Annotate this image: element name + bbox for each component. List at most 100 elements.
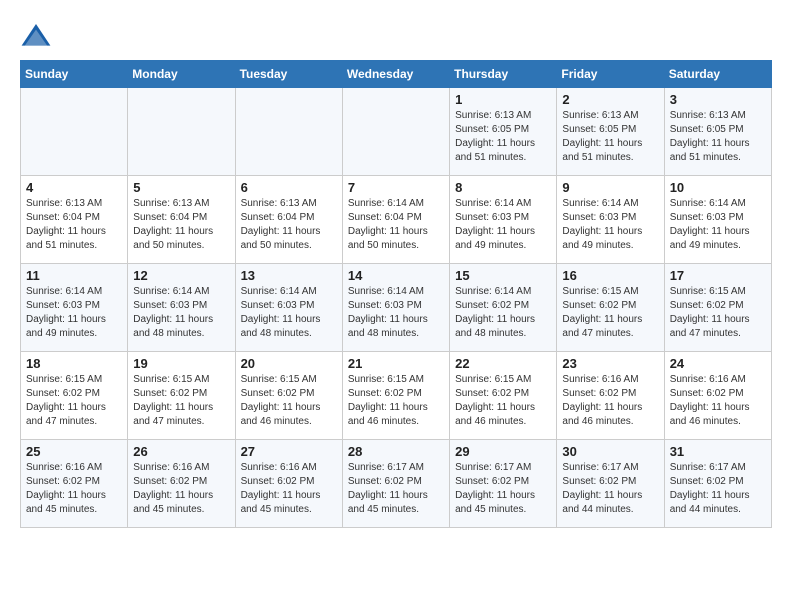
day-number: 30 [562,444,658,459]
day-number: 24 [670,356,766,371]
calendar-day-cell: 25 Sunrise: 6:16 AM Sunset: 6:02 PM Dayli… [21,440,128,528]
calendar-week-row: 25 Sunrise: 6:16 AM Sunset: 6:02 PM Dayli… [21,440,772,528]
calendar-day-cell: 5 Sunrise: 6:13 AM Sunset: 6:04 PM Daylig… [128,176,235,264]
day-number: 10 [670,180,766,195]
day-info: Sunrise: 6:17 AM Sunset: 6:02 PM Dayligh… [455,461,551,517]
day-number: 1 [455,92,551,107]
day-info: Sunrise: 6:16 AM Sunset: 6:02 PM Dayligh… [133,461,229,517]
calendar-day-cell: 29 Sunrise: 6:17 AM Sunset: 6:02 PM Dayli… [450,440,557,528]
day-number: 2 [562,92,658,107]
day-number: 31 [670,444,766,459]
day-info: Sunrise: 6:14 AM Sunset: 6:03 PM Dayligh… [455,197,551,253]
calendar-day-cell: 18Sunrise: 6:15 AM Sunset: 6:02 PM Dayli… [21,352,128,440]
day-number: 23 [562,356,658,371]
day-info: Sunrise: 6:13 AM Sunset: 6:05 PM Dayligh… [455,109,551,165]
day-info: Sunrise: 6:13 AM Sunset: 6:05 PM Dayligh… [562,109,658,165]
day-info: Sunrise: 6:15 AM Sunset: 6:02 PM Dayligh… [562,285,658,341]
day-info: Sunrise: 6:13 AM Sunset: 6:04 PM Dayligh… [133,197,229,253]
day-info: Sunrise: 6:16 AM Sunset: 6:02 PM Dayligh… [241,461,337,517]
calendar-day-cell: 21 Sunrise: 6:15 AM Sunset: 6:02 PM Dayli… [342,352,449,440]
day-number: 19 [133,356,229,371]
day-info: Sunrise: 6:16 AM Sunset: 6:02 PM Dayligh… [562,373,658,429]
calendar-day-cell: 10 Sunrise: 6:14 AM Sunset: 6:03 PM Dayli… [664,176,771,264]
calendar-day-cell: 8Sunrise: 6:14 AM Sunset: 6:03 PM Daylig… [450,176,557,264]
day-number: 20 [241,356,337,371]
weekday-header-thursday: Thursday [450,61,557,88]
day-number: 21 [348,356,444,371]
day-number: 9 [562,180,658,195]
day-number: 22 [455,356,551,371]
calendar-day-cell: 23 Sunrise: 6:16 AM Sunset: 6:02 PM Dayli… [557,352,664,440]
day-info: Sunrise: 6:15 AM Sunset: 6:02 PM Dayligh… [455,373,551,429]
calendar-day-cell: 1 Sunrise: 6:13 AM Sunset: 6:05 PM Daylig… [450,88,557,176]
day-number: 3 [670,92,766,107]
calendar-day-cell: 26Sunrise: 6:16 AM Sunset: 6:02 PM Dayli… [128,440,235,528]
calendar-day-cell: 14Sunrise: 6:14 AM Sunset: 6:03 PM Dayli… [342,264,449,352]
calendar-day-cell: 20Sunrise: 6:15 AM Sunset: 6:02 PM Dayli… [235,352,342,440]
weekday-header-saturday: Saturday [664,61,771,88]
calendar-day-cell: 11Sunrise: 6:14 AM Sunset: 6:03 PM Dayli… [21,264,128,352]
calendar-week-row: 4 Sunrise: 6:13 AM Sunset: 6:04 PM Daylig… [21,176,772,264]
calendar-day-cell: 30 Sunrise: 6:17 AM Sunset: 6:02 PM Dayli… [557,440,664,528]
day-info: Sunrise: 6:13 AM Sunset: 6:05 PM Dayligh… [670,109,766,165]
calendar-day-cell: 24 Sunrise: 6:16 AM Sunset: 6:02 PM Dayli… [664,352,771,440]
weekday-header-monday: Monday [128,61,235,88]
day-info: Sunrise: 6:14 AM Sunset: 6:04 PM Dayligh… [348,197,444,253]
day-number: 14 [348,268,444,283]
calendar-day-cell: 4Sunrise: 6:13 AM Sunset: 6:04 PM Daylig… [21,176,128,264]
calendar-day-cell: 19 Sunrise: 6:15 AM Sunset: 6:02 PM Dayli… [128,352,235,440]
day-info: Sunrise: 6:14 AM Sunset: 6:03 PM Dayligh… [562,197,658,253]
logo [20,20,56,52]
day-number: 25 [26,444,122,459]
day-info: Sunrise: 6:14 AM Sunset: 6:03 PM Dayligh… [241,285,337,341]
weekday-header-wednesday: Wednesday [342,61,449,88]
day-info: Sunrise: 6:14 AM Sunset: 6:02 PM Dayligh… [455,285,551,341]
calendar-table: SundayMondayTuesdayWednesdayThursdayFrid… [20,60,772,528]
calendar-day-cell: 16 Sunrise: 6:15 AM Sunset: 6:02 PM Dayli… [557,264,664,352]
day-info: Sunrise: 6:16 AM Sunset: 6:02 PM Dayligh… [670,373,766,429]
day-info: Sunrise: 6:14 AM Sunset: 6:03 PM Dayligh… [670,197,766,253]
weekday-header-tuesday: Tuesday [235,61,342,88]
day-number: 27 [241,444,337,459]
weekday-header-row: SundayMondayTuesdayWednesdayThursdayFrid… [21,61,772,88]
day-info: Sunrise: 6:14 AM Sunset: 6:03 PM Dayligh… [26,285,122,341]
day-number: 16 [562,268,658,283]
day-number: 7 [348,180,444,195]
day-number: 5 [133,180,229,195]
day-number: 13 [241,268,337,283]
calendar-week-row: 11Sunrise: 6:14 AM Sunset: 6:03 PM Dayli… [21,264,772,352]
weekday-header-sunday: Sunday [21,61,128,88]
calendar-day-cell: 31Sunrise: 6:17 AM Sunset: 6:02 PM Dayli… [664,440,771,528]
calendar-day-cell: 2 Sunrise: 6:13 AM Sunset: 6:05 PM Daylig… [557,88,664,176]
day-number: 12 [133,268,229,283]
day-number: 15 [455,268,551,283]
calendar-day-cell: 27 Sunrise: 6:16 AM Sunset: 6:02 PM Dayli… [235,440,342,528]
empty-day-cell [342,88,449,176]
empty-day-cell [21,88,128,176]
day-info: Sunrise: 6:15 AM Sunset: 6:02 PM Dayligh… [348,373,444,429]
calendar-week-row: 1 Sunrise: 6:13 AM Sunset: 6:05 PM Daylig… [21,88,772,176]
calendar-day-cell: 17Sunrise: 6:15 AM Sunset: 6:02 PM Dayli… [664,264,771,352]
logo-icon [20,20,52,52]
day-number: 4 [26,180,122,195]
day-info: Sunrise: 6:13 AM Sunset: 6:04 PM Dayligh… [241,197,337,253]
empty-day-cell [235,88,342,176]
day-number: 17 [670,268,766,283]
day-number: 29 [455,444,551,459]
calendar-day-cell: 28Sunrise: 6:17 AM Sunset: 6:02 PM Dayli… [342,440,449,528]
empty-day-cell [128,88,235,176]
day-info: Sunrise: 6:15 AM Sunset: 6:02 PM Dayligh… [26,373,122,429]
calendar-week-row: 18Sunrise: 6:15 AM Sunset: 6:02 PM Dayli… [21,352,772,440]
page-header [20,20,772,52]
day-info: Sunrise: 6:15 AM Sunset: 6:02 PM Dayligh… [133,373,229,429]
day-info: Sunrise: 6:14 AM Sunset: 6:03 PM Dayligh… [133,285,229,341]
day-info: Sunrise: 6:16 AM Sunset: 6:02 PM Dayligh… [26,461,122,517]
day-info: Sunrise: 6:17 AM Sunset: 6:02 PM Dayligh… [348,461,444,517]
calendar-day-cell: 15 Sunrise: 6:14 AM Sunset: 6:02 PM Dayli… [450,264,557,352]
calendar-day-cell: 7 Sunrise: 6:14 AM Sunset: 6:04 PM Daylig… [342,176,449,264]
day-number: 6 [241,180,337,195]
day-info: Sunrise: 6:17 AM Sunset: 6:02 PM Dayligh… [562,461,658,517]
calendar-day-cell: 13 Sunrise: 6:14 AM Sunset: 6:03 PM Dayli… [235,264,342,352]
calendar-day-cell: 12 Sunrise: 6:14 AM Sunset: 6:03 PM Dayli… [128,264,235,352]
calendar-day-cell: 3 Sunrise: 6:13 AM Sunset: 6:05 PM Daylig… [664,88,771,176]
